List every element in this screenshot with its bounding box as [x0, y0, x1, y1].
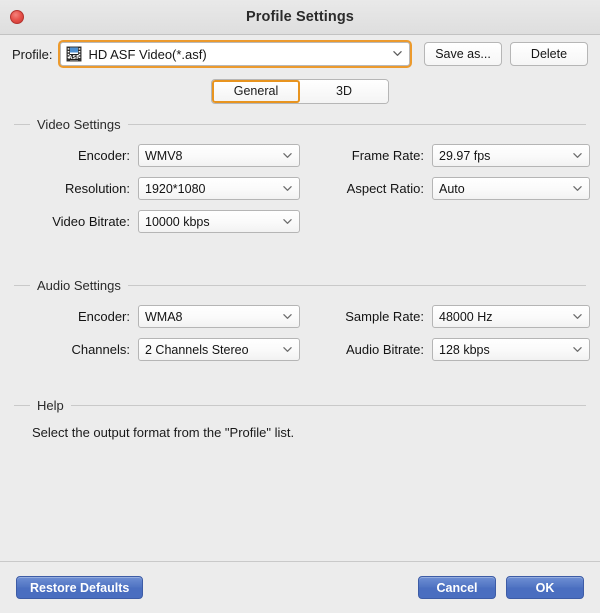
video-encoder-label: Encoder:	[77, 148, 130, 163]
chevron-down-icon	[573, 184, 582, 193]
video-settings-fields: Encoder: WMV8 Frame Rate: 29.97 fps Reso…	[14, 144, 590, 233]
audio-settings-fields: Encoder: WMA8 Sample Rate: 48000 Hz Chan…	[14, 305, 590, 361]
frame-rate-select[interactable]: 29.97 fps	[432, 144, 590, 167]
group-divider	[127, 123, 586, 125]
profile-select[interactable]: ASF HD ASF Video(*.asf)	[60, 42, 410, 66]
window-title: Profile Settings	[246, 9, 354, 25]
audio-settings-group: Audio Settings Encoder: WMA8 Sample Rate…	[14, 277, 590, 361]
chevron-down-icon	[573, 345, 582, 354]
video-bitrate-value: 10000 kbps	[145, 214, 210, 229]
profile-settings-window: Profile Settings Profile: ASF HD ASF Vid…	[0, 0, 600, 613]
video-settings-group: Video Settings Encoder: WMV8 Frame Rate:…	[14, 116, 590, 233]
frame-rate-value: 29.97 fps	[439, 148, 491, 163]
profile-label: Profile:	[12, 46, 53, 62]
audio-encoder-select[interactable]: WMA8	[138, 305, 300, 328]
chevron-down-icon	[283, 345, 292, 354]
channels-value: 2 Channels Stereo	[145, 342, 249, 357]
aspect-ratio-select[interactable]: Auto	[432, 177, 590, 200]
audio-bitrate-label: Audio Bitrate:	[345, 342, 424, 357]
video-settings-header: Video Settings	[14, 116, 586, 132]
video-bitrate-select[interactable]: 10000 kbps	[138, 210, 300, 233]
svg-text:ASF: ASF	[69, 55, 81, 61]
help-text: Select the output format from the "Profi…	[32, 425, 295, 440]
help-group: Help Select the output format from the "…	[14, 397, 586, 440]
ok-button[interactable]: OK	[506, 576, 584, 599]
chevron-down-icon	[283, 312, 292, 321]
title-bar: Profile Settings	[0, 0, 600, 35]
chevron-down-icon	[283, 184, 292, 193]
audio-encoder-value: WMA8	[145, 309, 183, 324]
sample-rate-value: 48000 Hz	[439, 309, 493, 324]
delete-button[interactable]: Delete	[510, 42, 588, 66]
group-divider	[127, 284, 586, 286]
help-title: Help	[37, 397, 64, 413]
channels-label: Channels:	[71, 342, 130, 357]
video-encoder-select[interactable]: WMV8	[138, 144, 300, 167]
resolution-value: 1920*1080	[145, 181, 206, 196]
cancel-button[interactable]: Cancel	[418, 576, 496, 599]
frame-rate-label: Frame Rate:	[351, 148, 424, 163]
tab-general[interactable]: General	[212, 80, 300, 103]
restore-defaults-button[interactable]: Restore Defaults	[16, 576, 144, 599]
aspect-ratio-label: Aspect Ratio:	[346, 181, 424, 196]
video-file-icon: ASF	[66, 46, 82, 62]
chevron-down-icon	[573, 151, 582, 160]
chevron-down-icon	[283, 217, 292, 226]
video-bitrate-label: Video Bitrate:	[52, 214, 130, 229]
channels-select[interactable]: 2 Channels Stereo	[138, 338, 300, 361]
help-header: Help	[14, 397, 586, 413]
tab-bar: General 3D	[0, 73, 600, 116]
resolution-select[interactable]: 1920*1080	[138, 177, 300, 200]
audio-settings-title: Audio Settings	[37, 277, 121, 293]
sample-rate-select[interactable]: 48000 Hz	[432, 305, 590, 328]
footer-bar: Restore Defaults Cancel OK	[0, 561, 600, 613]
chevron-down-icon	[393, 49, 402, 58]
profile-select-value: HD ASF Video(*.asf)	[88, 46, 207, 62]
video-encoder-value: WMV8	[145, 148, 183, 163]
audio-encoder-label: Encoder:	[77, 309, 130, 324]
sample-rate-label: Sample Rate:	[345, 309, 424, 324]
settings-content: Video Settings Encoder: WMV8 Frame Rate:…	[0, 116, 600, 561]
audio-bitrate-value: 128 kbps	[439, 342, 490, 357]
chevron-down-icon	[283, 151, 292, 160]
tab-3d[interactable]: 3D	[300, 80, 388, 103]
resolution-label: Resolution:	[64, 181, 130, 196]
audio-settings-header: Audio Settings	[14, 277, 586, 293]
chevron-down-icon	[573, 312, 582, 321]
video-settings-title: Video Settings	[37, 116, 121, 132]
close-icon[interactable]	[10, 10, 24, 24]
profile-bar: Profile: ASF HD ASF Video(*.asf) Save as…	[0, 35, 600, 73]
audio-bitrate-select[interactable]: 128 kbps	[432, 338, 590, 361]
group-divider	[70, 404, 586, 406]
save-as-button[interactable]: Save as...	[424, 42, 502, 66]
aspect-ratio-value: Auto	[439, 181, 465, 196]
